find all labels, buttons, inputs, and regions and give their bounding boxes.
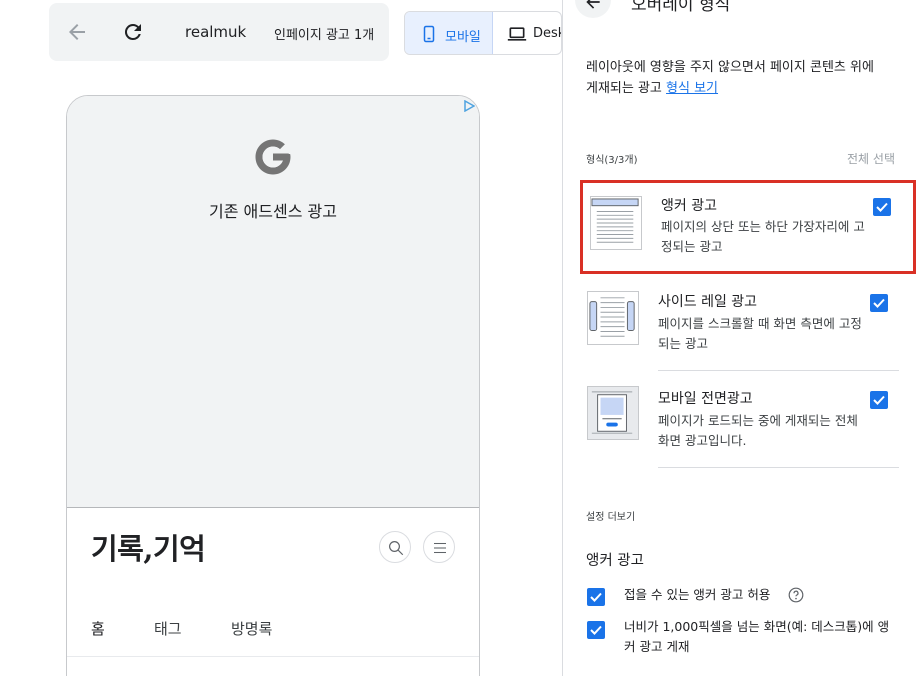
search-icon: [389, 541, 404, 556]
anchor-ad-thumbnail: [590, 196, 642, 250]
wide-screen-anchor-checkbox[interactable]: [587, 621, 605, 639]
site-name: realmuk: [185, 23, 247, 41]
description-text: 레이아웃에 영향을 주지 않으면서 페이지 콘텐츠 위에 게재되는 광고: [586, 60, 874, 96]
checkbox-checked-icon: [876, 202, 888, 212]
side-rail-ad-icon: [589, 297, 635, 337]
formats-count: 형식(3/3개): [586, 155, 638, 166]
ad-label: 기존 애드센스 광고: [209, 202, 337, 221]
format-name: 사이드 레일 광고: [658, 294, 758, 310]
format-description: 페이지를 스크롤할 때 화면 측면에 고정되는 광고: [658, 316, 862, 351]
menu-button[interactable]: [423, 531, 455, 563]
checkbox-checked-icon: [590, 625, 602, 635]
checkbox-checked-icon: [590, 592, 602, 602]
google-g-icon: [255, 139, 291, 175]
nav-tag[interactable]: 태그: [154, 618, 182, 639]
panel-description: 레이아웃에 영향을 주지 않으면서 페이지 콘텐츠 위에 게재되는 광고 형식 …: [586, 57, 886, 99]
laptop-icon: [507, 27, 527, 41]
format-divider: [658, 370, 899, 371]
tab-mobile[interactable]: 모바일: [405, 12, 493, 54]
format-checkbox[interactable]: [870, 294, 888, 312]
collapsible-anchor-checkbox[interactable]: [587, 588, 605, 606]
format-anchor[interactable]: 앵커 광고 페이지의 상단 또는 하단 가장자리에 고정되는 광고: [580, 180, 916, 274]
format-side-rail[interactable]: 사이드 레일 광고 페이지를 스크롤할 때 화면 측면에 고정되는 광고: [580, 277, 916, 371]
view-formats-link[interactable]: 형식 보기: [666, 81, 718, 96]
vignette-ad-thumbnail: [587, 386, 639, 440]
checkbox-checked-icon: [873, 395, 885, 405]
vignette-ad-icon: [591, 391, 633, 434]
nav-home[interactable]: 홈: [91, 618, 105, 639]
format-checkbox[interactable]: [870, 391, 888, 409]
back-arrow-icon[interactable]: [65, 20, 89, 44]
panel-title: 오버레이 형식: [631, 0, 731, 15]
tab-desktop-label: Desk: [533, 26, 561, 41]
checkbox-checked-icon: [873, 298, 885, 308]
device-tabs: 모바일 Desk: [404, 11, 562, 55]
format-name: 모바일 전면광고: [658, 391, 753, 407]
format-vignette[interactable]: 모바일 전면광고 페이지가 로드되는 중에 게재되는 전체 화면 광고입니다.: [580, 374, 916, 468]
format-description: 페이지가 로드되는 중에 게재되는 전체 화면 광고입니다.: [658, 413, 858, 448]
nav-guestbook[interactable]: 방명록: [231, 618, 272, 639]
collapsible-anchor-label: 접을 수 있는 앵커 광고 허용: [624, 587, 771, 602]
format-divider: [658, 467, 899, 468]
more-settings-label: 설정 더보기: [586, 512, 636, 523]
mobile-preview: 기존 애드센스 광고 기록,기억 홈 태그 방명록: [66, 95, 480, 676]
help-icon[interactable]: [788, 587, 804, 603]
side-rail-ad-thumbnail: [587, 291, 639, 345]
menu-icon: [434, 542, 446, 554]
tab-mobile-label: 모바일: [445, 30, 481, 45]
reload-icon[interactable]: [121, 20, 145, 44]
app-root: realmuk 인페이지 광고 1개 모바일 Desk 기존 애드센스 광고 기…: [0, 0, 917, 676]
panel-back-button[interactable]: [575, 0, 611, 18]
overlay-settings-panel: 오버레이 형식 레이아웃에 영향을 주지 않으면서 페이지 콘텐츠 위에 게재되…: [562, 0, 917, 676]
blog-title[interactable]: 기록,기억: [91, 526, 206, 568]
nav-divider: [67, 656, 479, 657]
adchoices-icon[interactable]: [463, 100, 475, 112]
tab-desktop[interactable]: Desk: [493, 12, 561, 54]
format-checkbox[interactable]: [873, 198, 891, 216]
anchor-ad-icon: [591, 198, 639, 243]
select-all-button[interactable]: 전체 선택: [847, 150, 895, 167]
format-name: 앵커 광고: [661, 198, 717, 214]
preview-toolbar: realmuk 인페이지 광고 1개: [49, 3, 389, 61]
search-button[interactable]: [379, 531, 411, 563]
wide-screen-anchor-label: 너비가 1,000픽셀을 넘는 화면(예: 데스크톱)에 앵커 광고 게재: [624, 619, 890, 654]
anchor-section-title: 앵커 광고: [586, 553, 644, 569]
format-description: 페이지의 상단 또는 하단 가장자리에 고정되는 광고: [661, 219, 865, 254]
inpage-ad-count: 인페이지 광고 1개: [274, 28, 375, 43]
back-arrow-icon: [586, 0, 600, 9]
phone-icon: [423, 25, 435, 43]
ad-placeholder: 기존 애드센스 광고: [67, 96, 479, 508]
